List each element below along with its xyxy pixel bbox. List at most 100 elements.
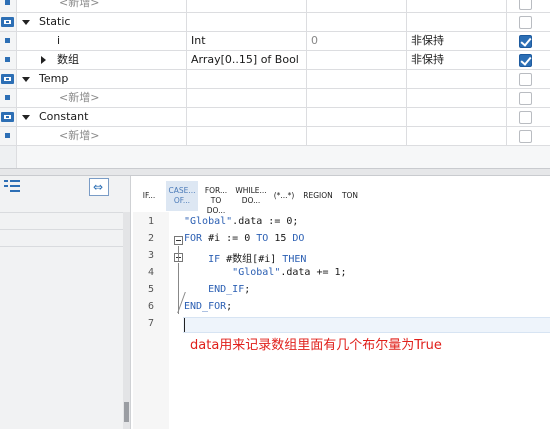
name-cell[interactable]: <新增> — [17, 89, 187, 107]
code-line[interactable]: "Global".data += 1; — [184, 267, 347, 278]
keyword-token: END_IF — [208, 284, 245, 295]
scl-snippet-button[interactable]: REGION — [301, 181, 335, 211]
add-new-placeholder[interactable]: <新增> — [59, 127, 99, 145]
visible-checkbox[interactable] — [519, 54, 532, 67]
interface-row[interactable]: Temp — [0, 70, 550, 89]
fold-toggle-icon[interactable] — [174, 236, 183, 245]
retain-cell[interactable]: 非保持 — [407, 51, 507, 69]
interface-row[interactable]: <新增> — [0, 89, 550, 108]
default-value-cell[interactable] — [307, 0, 407, 12]
row-marker — [0, 127, 17, 145]
default-value-cell[interactable]: 0 — [307, 32, 407, 50]
scl-editor[interactable]: IF... CASE... OF... FOR... TO DO... WHILE... D… — [133, 176, 550, 429]
left-pane — [0, 176, 131, 429]
default-value-cell[interactable] — [307, 108, 407, 126]
code-line[interactable]: FOR #i := 0 TO 15 DO — [184, 233, 304, 244]
swap-view-icon[interactable] — [89, 178, 109, 196]
name-cell[interactable]: <新增> — [17, 127, 187, 145]
code-line[interactable]: END_FOR; — [184, 301, 232, 312]
bullet-icon — [5, 0, 10, 5]
button-label: WHILE... — [235, 186, 267, 195]
interface-row[interactable]: i Int 0 非保持 — [0, 32, 550, 51]
chevron-down-icon[interactable] — [22, 77, 30, 82]
interface-row[interactable]: <新增> — [0, 0, 550, 13]
retain-cell[interactable] — [407, 127, 507, 145]
button-label: REGION — [303, 191, 333, 200]
code-token: .data += 1; — [280, 267, 347, 278]
default-value-cell[interactable] — [307, 89, 407, 107]
name-cell[interactable]: Static — [17, 13, 187, 31]
default-value-cell[interactable] — [307, 127, 407, 145]
retain-cell[interactable] — [407, 89, 507, 107]
datatype-cell[interactable] — [187, 127, 307, 145]
datatype-cell[interactable] — [187, 0, 307, 12]
visible-checkbox[interactable] — [519, 92, 532, 105]
datatype-cell[interactable] — [187, 70, 307, 88]
row-marker — [0, 0, 17, 12]
retain-cell[interactable] — [407, 108, 507, 126]
datatype-cell[interactable]: Array[0..15] of Bool — [187, 51, 307, 69]
default-value-cell[interactable] — [307, 51, 407, 69]
visible-checkbox[interactable] — [519, 16, 532, 29]
add-new-placeholder[interactable]: <新增> — [59, 0, 99, 12]
visible-checkbox[interactable] — [519, 73, 532, 86]
scl-snippet-button[interactable]: WHILE... DO... — [234, 181, 268, 211]
interface-row[interactable]: <新增> — [0, 127, 550, 146]
scl-snippet-button[interactable]: TON — [339, 181, 361, 211]
code-line[interactable]: IF #数组[#i] THEN — [184, 250, 306, 265]
button-label: OF... — [173, 196, 191, 205]
interface-row[interactable]: 数组 Array[0..15] of Bool 非保持 — [0, 51, 550, 70]
visibility-cell — [507, 13, 550, 31]
section-name: Temp — [39, 72, 69, 85]
divider — [0, 212, 123, 213]
line-number: 6 — [147, 301, 155, 312]
chevron-right-icon[interactable] — [41, 56, 46, 64]
scl-snippet-button[interactable]: FOR... TO DO... — [201, 181, 231, 215]
retain-cell[interactable]: 非保持 — [407, 32, 507, 50]
left-pane-scrollbar[interactable] — [123, 212, 130, 429]
interface-section-icon — [1, 112, 14, 122]
code-line[interactable]: "Global".data := 0; — [184, 216, 298, 227]
chevron-down-icon[interactable] — [22, 20, 30, 25]
code-line[interactable]: END_IF; — [184, 284, 250, 295]
datatype-cell[interactable] — [187, 108, 307, 126]
name-cell[interactable]: Constant — [17, 108, 187, 126]
visibility-cell — [507, 127, 550, 145]
add-new-placeholder[interactable]: <新增> — [59, 89, 99, 107]
interface-row[interactable]: Constant — [0, 108, 550, 127]
pane-splitter[interactable] — [0, 168, 550, 176]
keyword-token: DO — [292, 233, 305, 244]
name-cell[interactable]: i — [17, 32, 187, 50]
name-cell[interactable]: <新增> — [17, 0, 187, 12]
visible-checkbox[interactable] — [519, 0, 532, 10]
list-indent-icon[interactable] — [4, 180, 20, 192]
default-value-cell[interactable] — [307, 70, 407, 88]
row-marker — [0, 51, 17, 69]
name-cell[interactable]: 数组 — [17, 51, 187, 69]
visible-checkbox[interactable] — [519, 35, 532, 48]
interface-row[interactable]: Static — [0, 13, 550, 32]
datatype-cell[interactable] — [187, 89, 307, 107]
button-label: CASE... — [168, 186, 196, 195]
keyword-token: IF — [208, 254, 221, 265]
scrollbar-thumb[interactable] — [124, 402, 129, 422]
chevron-down-icon[interactable] — [22, 115, 30, 120]
default-value-cell[interactable] — [307, 13, 407, 31]
datatype-cell[interactable] — [187, 13, 307, 31]
section-name: Constant — [39, 110, 89, 123]
scl-snippet-button[interactable]: IF... — [135, 181, 163, 211]
scl-snippet-button[interactable]: CASE... OF... — [166, 181, 198, 211]
retain-cell[interactable] — [407, 0, 507, 12]
visible-checkbox[interactable] — [519, 130, 532, 143]
line-number: 7 — [147, 318, 155, 329]
button-label: (*...*) — [273, 191, 295, 200]
retain-cell[interactable] — [407, 13, 507, 31]
row-marker — [0, 89, 17, 107]
visible-checkbox[interactable] — [519, 111, 532, 124]
code-token: #数组[#i] — [220, 254, 283, 265]
name-cell[interactable]: Temp — [17, 70, 187, 88]
retain-cell[interactable] — [407, 70, 507, 88]
datatype-cell[interactable]: Int — [187, 32, 307, 50]
string-token: "Global" — [184, 216, 233, 227]
scl-snippet-button[interactable]: (*...*) — [271, 181, 297, 211]
